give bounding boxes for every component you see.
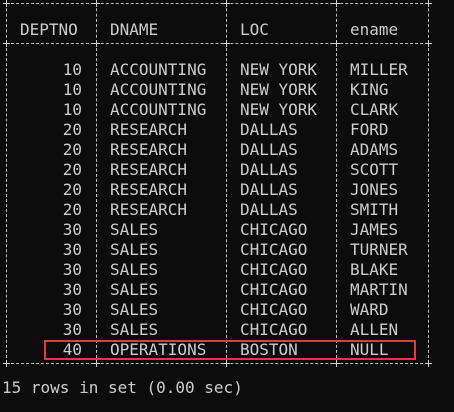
cell-loc: DALLAS: [240, 160, 298, 179]
cell-deptno: 20: [62, 180, 82, 199]
highlight-box: [44, 340, 416, 360]
cell-deptno: 10: [62, 60, 82, 79]
cell-loc: CHICAGO: [240, 280, 308, 299]
cell-deptno: 30: [62, 320, 82, 339]
cell-dname: RESEARCH: [110, 200, 188, 219]
cell-dname: ACCOUNTING: [110, 60, 207, 79]
cell-ename: MILLER: [350, 60, 408, 79]
table-vline: [96, 3, 97, 43]
cell-dname: SALES: [110, 240, 159, 259]
cell-loc: DALLAS: [240, 180, 298, 199]
cell-dname: RESEARCH: [110, 120, 188, 139]
cell-deptno: 30: [62, 280, 82, 299]
cell-loc: CHICAGO: [240, 240, 308, 259]
cell-loc: DALLAS: [240, 200, 298, 219]
table-vline: [428, 3, 429, 43]
cell-ename: SCOTT: [350, 160, 399, 179]
cell-ename: BLAKE: [350, 260, 399, 279]
table-vline: [226, 43, 227, 363]
cell-loc: NEW YORK: [240, 80, 318, 99]
table-vline: [428, 43, 429, 363]
table-junction: [93, 40, 100, 47]
cell-deptno: 10: [62, 100, 82, 119]
table-junction: [333, 40, 340, 47]
table-junction: [425, 0, 432, 7]
table-junction: [93, 360, 100, 367]
table-vline: [6, 43, 7, 363]
table-junction: [333, 360, 340, 367]
cell-dname: ACCOUNTING: [110, 100, 207, 119]
cell-loc: CHICAGO: [240, 300, 308, 319]
cell-ename: TURNER: [350, 240, 408, 259]
table-border-bottom: [6, 363, 428, 364]
column-header-deptno: DEPTNO: [20, 20, 78, 39]
column-header-ename: ename: [350, 20, 399, 39]
table-junction: [3, 360, 10, 367]
cell-ename: ADAMS: [350, 140, 399, 159]
cell-loc: NEW YORK: [240, 100, 318, 119]
cell-ename: JAMES: [350, 220, 399, 239]
cell-ename: ALLEN: [350, 320, 399, 339]
cell-ename: KING: [350, 80, 389, 99]
cell-dname: RESEARCH: [110, 180, 188, 199]
cell-dname: SALES: [110, 260, 159, 279]
table-junction: [223, 0, 230, 7]
cell-dname: ACCOUNTING: [110, 80, 207, 99]
cell-dname: RESEARCH: [110, 140, 188, 159]
table-vline: [336, 43, 337, 363]
table-junction: [333, 0, 340, 7]
cell-ename: CLARK: [350, 100, 399, 119]
cell-deptno: 20: [62, 160, 82, 179]
column-header-dname: DNAME: [110, 20, 159, 39]
cell-ename: MARTIN: [350, 280, 408, 299]
cell-deptno: 30: [62, 240, 82, 259]
cell-dname: SALES: [110, 280, 159, 299]
cell-dname: RESEARCH: [110, 160, 188, 179]
cell-ename: SMITH: [350, 200, 399, 219]
cell-loc: NEW YORK: [240, 60, 318, 79]
cell-dname: SALES: [110, 300, 159, 319]
table-vline: [226, 3, 227, 43]
terminal-window: DEPTNO DNAME LOC ename 10 ACCOUNTING NEW Y…: [0, 0, 454, 412]
cell-ename: JONES: [350, 180, 399, 199]
cell-deptno: 10: [62, 80, 82, 99]
table-vline: [336, 3, 337, 43]
table-junction: [93, 0, 100, 7]
table-junction: [425, 360, 432, 367]
cell-deptno: 20: [62, 200, 82, 219]
table-border-header: [6, 43, 428, 44]
column-header-loc: LOC: [240, 20, 269, 39]
cell-dname: SALES: [110, 220, 159, 239]
table-junction: [3, 0, 10, 7]
table-junction: [223, 360, 230, 367]
cell-loc: DALLAS: [240, 120, 298, 139]
table-junction: [223, 40, 230, 47]
cell-dname: SALES: [110, 320, 159, 339]
cell-deptno: 20: [62, 120, 82, 139]
cell-ename: FORD: [350, 120, 389, 139]
cell-deptno: 30: [62, 220, 82, 239]
table-junction: [3, 40, 10, 47]
cell-deptno: 30: [62, 260, 82, 279]
query-result-summary: 15 rows in set (0.00 sec): [2, 378, 243, 397]
table-junction: [425, 40, 432, 47]
table-vline: [96, 43, 97, 363]
cell-deptno: 20: [62, 140, 82, 159]
cell-loc: DALLAS: [240, 140, 298, 159]
table-border-top: [6, 3, 428, 4]
cell-loc: CHICAGO: [240, 220, 308, 239]
cell-ename: WARD: [350, 300, 389, 319]
cell-loc: CHICAGO: [240, 320, 308, 339]
table-vline: [6, 3, 7, 43]
cell-loc: CHICAGO: [240, 260, 308, 279]
cell-deptno: 30: [62, 300, 82, 319]
